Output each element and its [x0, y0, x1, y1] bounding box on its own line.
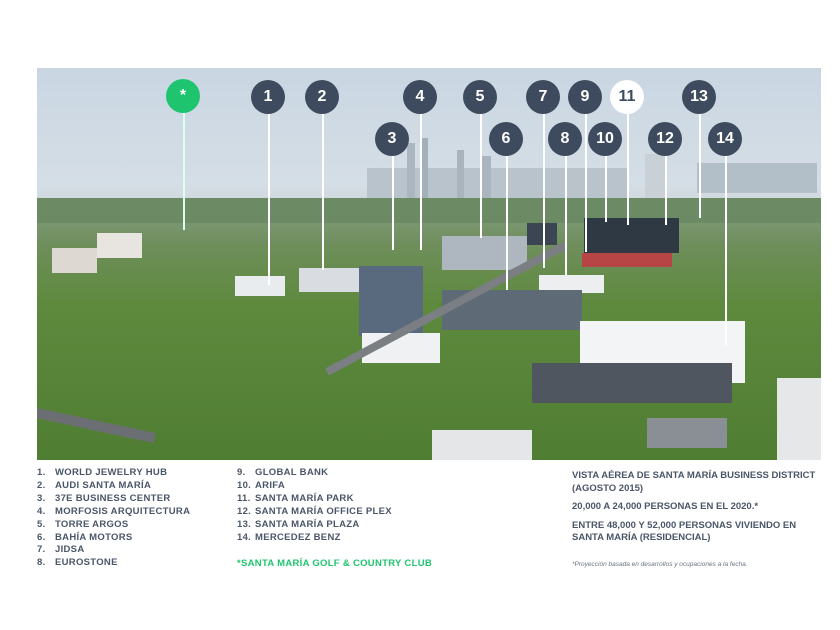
legend-item: 9. GLOBAL BANK [237, 467, 432, 480]
marker-line [725, 156, 727, 345]
legend-label: MERCEDEZ BENZ [255, 531, 341, 543]
legend-label: AUDI SANTA MARÍA [55, 479, 152, 491]
legend-right: 9. GLOBAL BANK 10. ARIFA 11. SANTA MARÍA PA… [237, 467, 432, 571]
marker-line [480, 114, 482, 238]
legend-number: 8. [37, 557, 46, 569]
legend-number: 1. [37, 467, 46, 478]
legend-number: 2. [37, 479, 46, 491]
marker-5: 5 [463, 80, 497, 114]
info-stat-workers: 20,000 A 24,000 PERSONAS EN EL 2020.* [572, 501, 759, 512]
legend-number: 9. [237, 467, 246, 478]
legend-number: 7. [37, 544, 46, 556]
legend-label: SANTA MARÍA OFFICE PLEX [255, 505, 392, 517]
marker-line [322, 114, 324, 270]
marker-line [543, 114, 545, 268]
legend-label: WORLD JEWELRY HUB [55, 467, 168, 478]
legend-item: 12. SANTA MARÍA OFFICE PLEX [237, 506, 432, 519]
marker-line [268, 114, 270, 285]
marker-1: 1 [251, 80, 285, 114]
marker-line [699, 114, 701, 218]
legend-label: EUROSTONE [55, 557, 118, 569]
legend-item: 10. ARIFA [237, 480, 432, 493]
marker-11: 11 [610, 80, 644, 114]
legend-label: ARIFA [255, 479, 285, 491]
footnote: *Proyección basada en desarrollos y ocup… [572, 561, 748, 568]
marker-6: 6 [489, 122, 523, 156]
marker-7: 7 [526, 80, 560, 114]
legend-item: 4. MORFOSIS ARQUITECTURA [37, 506, 190, 519]
marker-12: 12 [648, 122, 682, 156]
legend-item: 13. SANTA MARÍA PLAZA [237, 519, 432, 532]
marker-14: 14 [708, 122, 742, 156]
legend-number: 5. [37, 518, 46, 530]
marker-8: 8 [548, 122, 582, 156]
legend-number: 14. [237, 531, 252, 543]
info-block: VISTA AÉREA DE SANTA MARÍA BUSINESS DIST… [572, 470, 822, 551]
marker-line [627, 114, 629, 225]
marker-line [392, 156, 394, 250]
legend-label: TORRE ARGOS [55, 518, 129, 530]
legend-label: 37E BUSINESS CENTER [55, 492, 171, 504]
marker-line [605, 156, 607, 222]
marker-2: 2 [305, 80, 339, 114]
marker-golf-club: * [166, 79, 200, 113]
legend-item: 7. JIDSA [37, 544, 190, 557]
legend-number: 3. [37, 492, 46, 504]
marker-13: 13 [682, 80, 716, 114]
legend-label: SANTA MARÍA PLAZA [255, 518, 360, 530]
legend-number: 12. [237, 505, 252, 517]
marker-line [183, 113, 185, 230]
legend-label: JIDSA [55, 544, 85, 556]
marker-4: 4 [403, 80, 437, 114]
marker-line [420, 114, 422, 250]
legend-number: 4. [37, 505, 46, 517]
marker-line [565, 156, 567, 275]
legend-label: GLOBAL BANK [255, 467, 329, 478]
legend-label: MORFOSIS ARQUITECTURA [55, 505, 191, 517]
info-stat-residents: ENTRE 48,000 Y 52,000 PERSONAS VIVIENDO … [572, 519, 797, 544]
legend-item: 14. MERCEDEZ BENZ [237, 532, 432, 545]
legend-number: 6. [37, 531, 46, 543]
legend-number: 11. [237, 492, 251, 504]
marker-9: 9 [568, 80, 602, 114]
legend-item: 3. 37E BUSINESS CENTER [37, 493, 190, 506]
marker-line [585, 114, 587, 252]
legend-left: 1. WORLD JEWELRY HUB 2. AUDI SANTA MARÍA 3… [37, 467, 190, 570]
legend-item: 8. EUROSTONE [37, 557, 190, 570]
legend-number: 10. [237, 479, 252, 491]
info-title: VISTA AÉREA DE SANTA MARÍA BUSINESS DIST… [572, 470, 816, 494]
marker-3: 3 [375, 122, 409, 156]
legend-item: 6. BAHÍA MOTORS [37, 532, 190, 545]
legend-golf-club: *SANTA MARÍA GOLF & COUNTRY CLUB [237, 558, 432, 571]
marker-line [506, 156, 508, 290]
legend-number: 13. [237, 518, 252, 530]
legend-item: 11. SANTA MARÍA PARK [237, 493, 432, 506]
legend-item: 1. WORLD JEWELRY HUB [37, 467, 190, 480]
aerial-photo [37, 68, 821, 460]
marker-line [665, 156, 667, 225]
golf-club-label: *SANTA MARÍA GOLF & COUNTRY CLUB [237, 558, 433, 570]
legend-item: 5. TORRE ARGOS [37, 519, 190, 532]
legend-label: SANTA MARÍA PARK [255, 492, 354, 504]
legend-label: BAHÍA MOTORS [55, 531, 133, 543]
legend-item: 2. AUDI SANTA MARÍA [37, 480, 190, 493]
marker-10: 10 [588, 122, 622, 156]
